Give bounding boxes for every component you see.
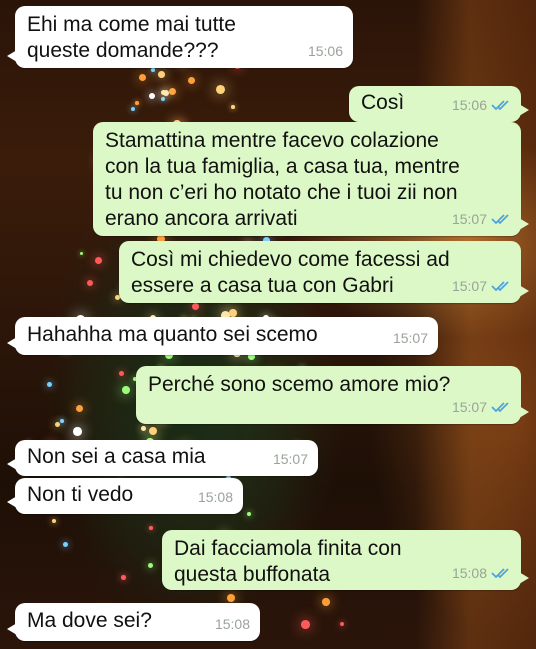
tree-light — [47, 382, 52, 387]
message-meta: 15:08 — [215, 611, 250, 637]
message-time: 15:08 — [197, 489, 233, 505]
tree-light — [121, 575, 126, 580]
message-bubble-incoming[interactable]: Non sei a casa mia 15:07 — [7, 440, 318, 476]
tree-light — [131, 107, 135, 111]
message-meta: 15:07 — [393, 325, 428, 351]
double-check-icon — [491, 100, 509, 111]
message-time: 15:07 — [392, 330, 428, 346]
message-bubble-outgoing[interactable]: Perché sono scemo amore mio? 15:07 — [136, 366, 529, 424]
message-bubble-incoming[interactable]: Non ti vedo 15:08 — [7, 478, 243, 514]
message-meta: 15:07 — [452, 273, 511, 299]
message-time: 15:07 — [272, 451, 308, 467]
tree-light — [229, 309, 237, 317]
message-bubble-outgoing[interactable]: Dai facciamola finita con questa buffona… — [162, 530, 529, 590]
double-check-icon — [491, 568, 509, 579]
message-time: 15:08 — [451, 565, 487, 581]
double-check-icon — [491, 214, 509, 225]
double-check-icon — [491, 402, 509, 413]
message-meta: 15:07 — [452, 206, 511, 232]
message-time: 15:06 — [451, 97, 487, 113]
tree-light — [151, 68, 155, 72]
message-time: 15:06 — [307, 43, 343, 59]
tree-light — [216, 85, 225, 94]
tree-light — [149, 93, 155, 99]
tree-light — [301, 620, 310, 629]
message-text: Hahahha ma quanto sei scemo — [27, 323, 318, 346]
message-bubble-outgoing[interactable]: Stamattina mentre facevo colazione con l… — [93, 122, 529, 236]
tree-light — [149, 427, 157, 435]
message-bubble-incoming[interactable]: Hahahha ma quanto sei scemo 15:07 — [7, 317, 438, 355]
message-text: Ehi ma come mai tutte queste domande??? — [27, 13, 236, 62]
tree-light — [52, 519, 56, 523]
message-text: Non sei a casa mia — [27, 445, 206, 468]
tree-light — [227, 594, 235, 602]
tree-light — [149, 526, 153, 530]
tree-light — [135, 101, 139, 105]
message-time: 15:07 — [451, 278, 487, 294]
tree-light — [322, 598, 330, 606]
tree-light — [192, 303, 199, 310]
double-check-icon — [491, 281, 509, 292]
message-time: 15:07 — [451, 399, 487, 415]
message-time: 15:08 — [214, 616, 250, 632]
tree-light — [60, 419, 64, 423]
message-meta: 15:06 — [452, 92, 511, 118]
tree-light — [73, 427, 82, 436]
message-meta: 15:08 — [452, 560, 511, 586]
message-bubble-outgoing[interactable]: Così mi chiedevo come facessi ad essere … — [119, 241, 529, 303]
message-meta: 15:07 — [273, 446, 308, 472]
message-bubble-outgoing[interactable]: Così 15:06 — [349, 86, 529, 122]
message-bubble-incoming[interactable]: Ehi ma come mai tutte queste domande??? … — [7, 6, 353, 68]
message-meta: 15:06 — [308, 38, 343, 64]
message-meta: 15:08 — [198, 484, 233, 510]
message-meta: 15:07 — [452, 394, 511, 420]
message-bubble-incoming[interactable]: Ma dove sei? 15:08 — [7, 603, 260, 641]
message-time: 15:07 — [451, 211, 487, 227]
tree-light — [231, 105, 235, 109]
tree-light — [141, 426, 146, 431]
tree-light — [158, 71, 165, 78]
message-text: Stamattina mentre facevo colazione con l… — [105, 129, 460, 230]
tree-light — [122, 386, 130, 394]
